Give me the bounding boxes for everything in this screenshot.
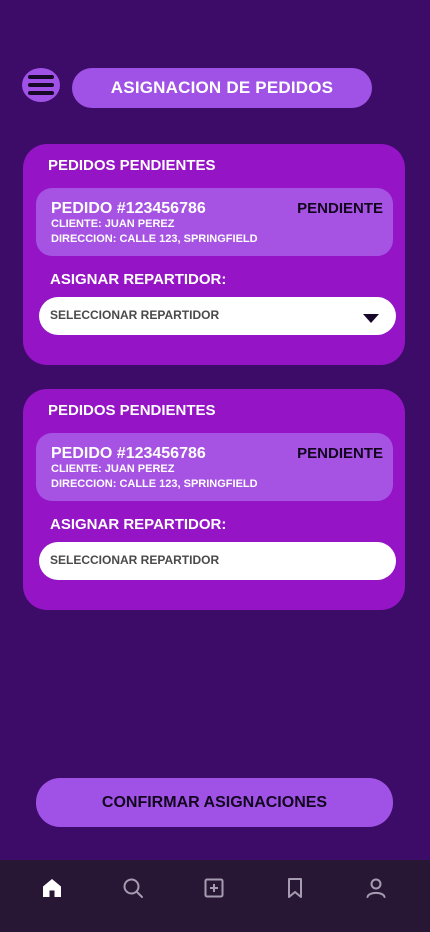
search-icon: [123, 878, 143, 898]
page-title: ASIGNACION DE PEDIDOS: [72, 68, 372, 108]
card-title: PEDIDOS PENDIENTES: [48, 157, 216, 174]
card-title: PEDIDOS PENDIENTES: [48, 402, 216, 419]
nav-profile[interactable]: [362, 874, 390, 902]
menu-icon: [28, 75, 54, 95]
app-screen: ASIGNACION DE PEDIDOS PEDIDOS PENDIENTES…: [0, 0, 430, 932]
user-icon: [366, 878, 386, 898]
order-client: CLIENTE: JUAN PEREZ: [51, 463, 175, 475]
driver-select-value: SELECCIONAR REPARTIDOR: [50, 553, 220, 567]
order-address: DIRECCION: CALLE 123, SPRINGFIELD: [51, 478, 258, 490]
order-item[interactable]: PEDIDO #123456786 PENDIENTE CLIENTE: JUA…: [36, 188, 393, 256]
nav-bookmarks[interactable]: [281, 874, 309, 902]
home-icon: [43, 879, 61, 897]
order-item[interactable]: PEDIDO #123456786 PENDIENTE CLIENTE: JUA…: [36, 433, 393, 501]
order-address: DIRECCION: CALLE 123, SPRINGFIELD: [51, 233, 258, 245]
menu-button[interactable]: [22, 68, 60, 102]
add-icon: [204, 878, 224, 898]
order-id: PEDIDO #123456786: [51, 445, 206, 462]
assign-driver-label: ASIGNAR REPARTIDOR:: [50, 271, 227, 288]
order-status: PENDIENTE: [297, 445, 383, 462]
driver-select[interactable]: SELECCIONAR REPARTIDOR: [39, 542, 396, 580]
pending-orders-card: PEDIDOS PENDIENTES PEDIDO #123456786 PEN…: [23, 389, 405, 610]
assign-driver-label: ASIGNAR REPARTIDOR:: [50, 516, 227, 533]
order-status: PENDIENTE: [297, 200, 383, 217]
order-client: CLIENTE: JUAN PEREZ: [51, 218, 175, 230]
nav-add[interactable]: [200, 874, 228, 902]
chevron-down-icon: [363, 314, 379, 323]
pending-orders-card: PEDIDOS PENDIENTES PEDIDO #123456786 PEN…: [23, 144, 405, 365]
order-id: PEDIDO #123456786: [51, 200, 206, 217]
nav-search[interactable]: [119, 874, 147, 902]
nav-home[interactable]: [38, 874, 66, 902]
driver-select-value: SELECCIONAR REPARTIDOR: [50, 308, 220, 322]
bookmark-icon: [288, 878, 302, 898]
bottom-nav: [0, 860, 430, 932]
confirm-assignments-button[interactable]: CONFIRMAR ASIGNACIONES: [36, 778, 393, 827]
driver-select[interactable]: SELECCIONAR REPARTIDOR: [39, 297, 396, 335]
